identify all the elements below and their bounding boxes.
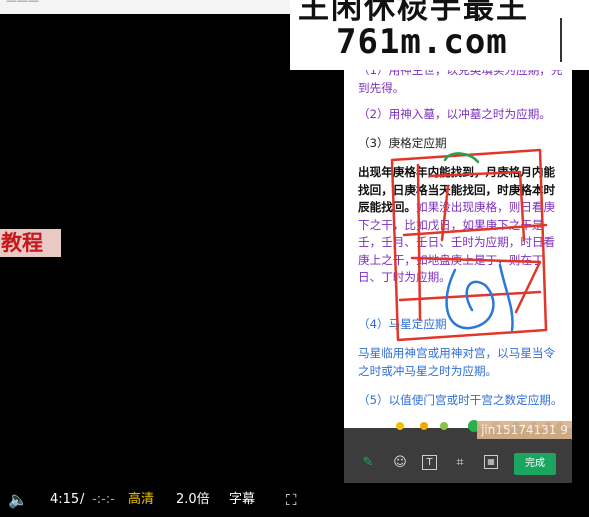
- phone-screen: （1）用神生世，以克英填实为应期，先到先得。 （2）用神入墓，以冲墓之时为应期。…: [344, 56, 572, 483]
- quality-button[interactable]: 高清: [128, 483, 154, 517]
- para-6: 马星临用神宫或用神对宫，以马星当令之时或冲马星之时为应期。: [358, 346, 556, 378]
- banner-url: 761m.com: [336, 22, 508, 62]
- speed-button[interactable]: 2.0倍: [176, 483, 210, 517]
- palette-color-2[interactable]: [420, 422, 428, 430]
- emoji-icon[interactable]: ☺: [392, 455, 408, 471]
- para-2: （2）用神入墓，以冲墓之时为应期。: [358, 107, 551, 121]
- crop-icon[interactable]: ⌗: [452, 455, 468, 471]
- fullscreen-icon[interactable]: ⛶: [286, 483, 297, 517]
- player-controls: 🔈 4:15 / -:-:- 高清 2.0倍 字幕 ⛶: [0, 483, 589, 517]
- time-separator: /: [80, 492, 85, 507]
- para-3: （3）庚格定应期: [358, 136, 447, 150]
- pen-icon[interactable]: ✎: [360, 455, 376, 471]
- current-time: 4:15: [50, 492, 80, 507]
- subtitles-button[interactable]: 字幕: [229, 483, 255, 517]
- palette-color-3[interactable]: [440, 422, 448, 430]
- banner-divider: [560, 18, 562, 62]
- side-label: 教程: [0, 229, 61, 257]
- palette-color-1[interactable]: [396, 422, 404, 430]
- site-banner: 王闲休棂手最王 761m.com: [290, 0, 589, 70]
- video-area[interactable]: ——— 教程 （1）用神生世，以克英填实为应期，先到先得。 （2）用神入墓，以冲…: [0, 0, 589, 483]
- para-4: 出现年庚格年内能找到，月庚格月内能找回，日庚格当天能找回，时庚格本时辰能找回。如…: [358, 164, 564, 287]
- top-strip: ———: [0, 0, 292, 14]
- para-7: （5）以值使门宫或时干宫之数定应期。: [358, 393, 563, 407]
- watermark-tag: jin15174131 9: [477, 421, 572, 439]
- volume-icon[interactable]: 🔈: [8, 483, 28, 517]
- mosaic-icon[interactable]: ▦: [484, 455, 498, 469]
- total-time: -:-:-: [92, 492, 115, 507]
- para-5: （4）马星定应期: [358, 317, 447, 331]
- done-button[interactable]: 完成: [514, 453, 556, 475]
- top-strip-text: ———: [6, 0, 39, 7]
- text-icon[interactable]: T: [422, 455, 437, 470]
